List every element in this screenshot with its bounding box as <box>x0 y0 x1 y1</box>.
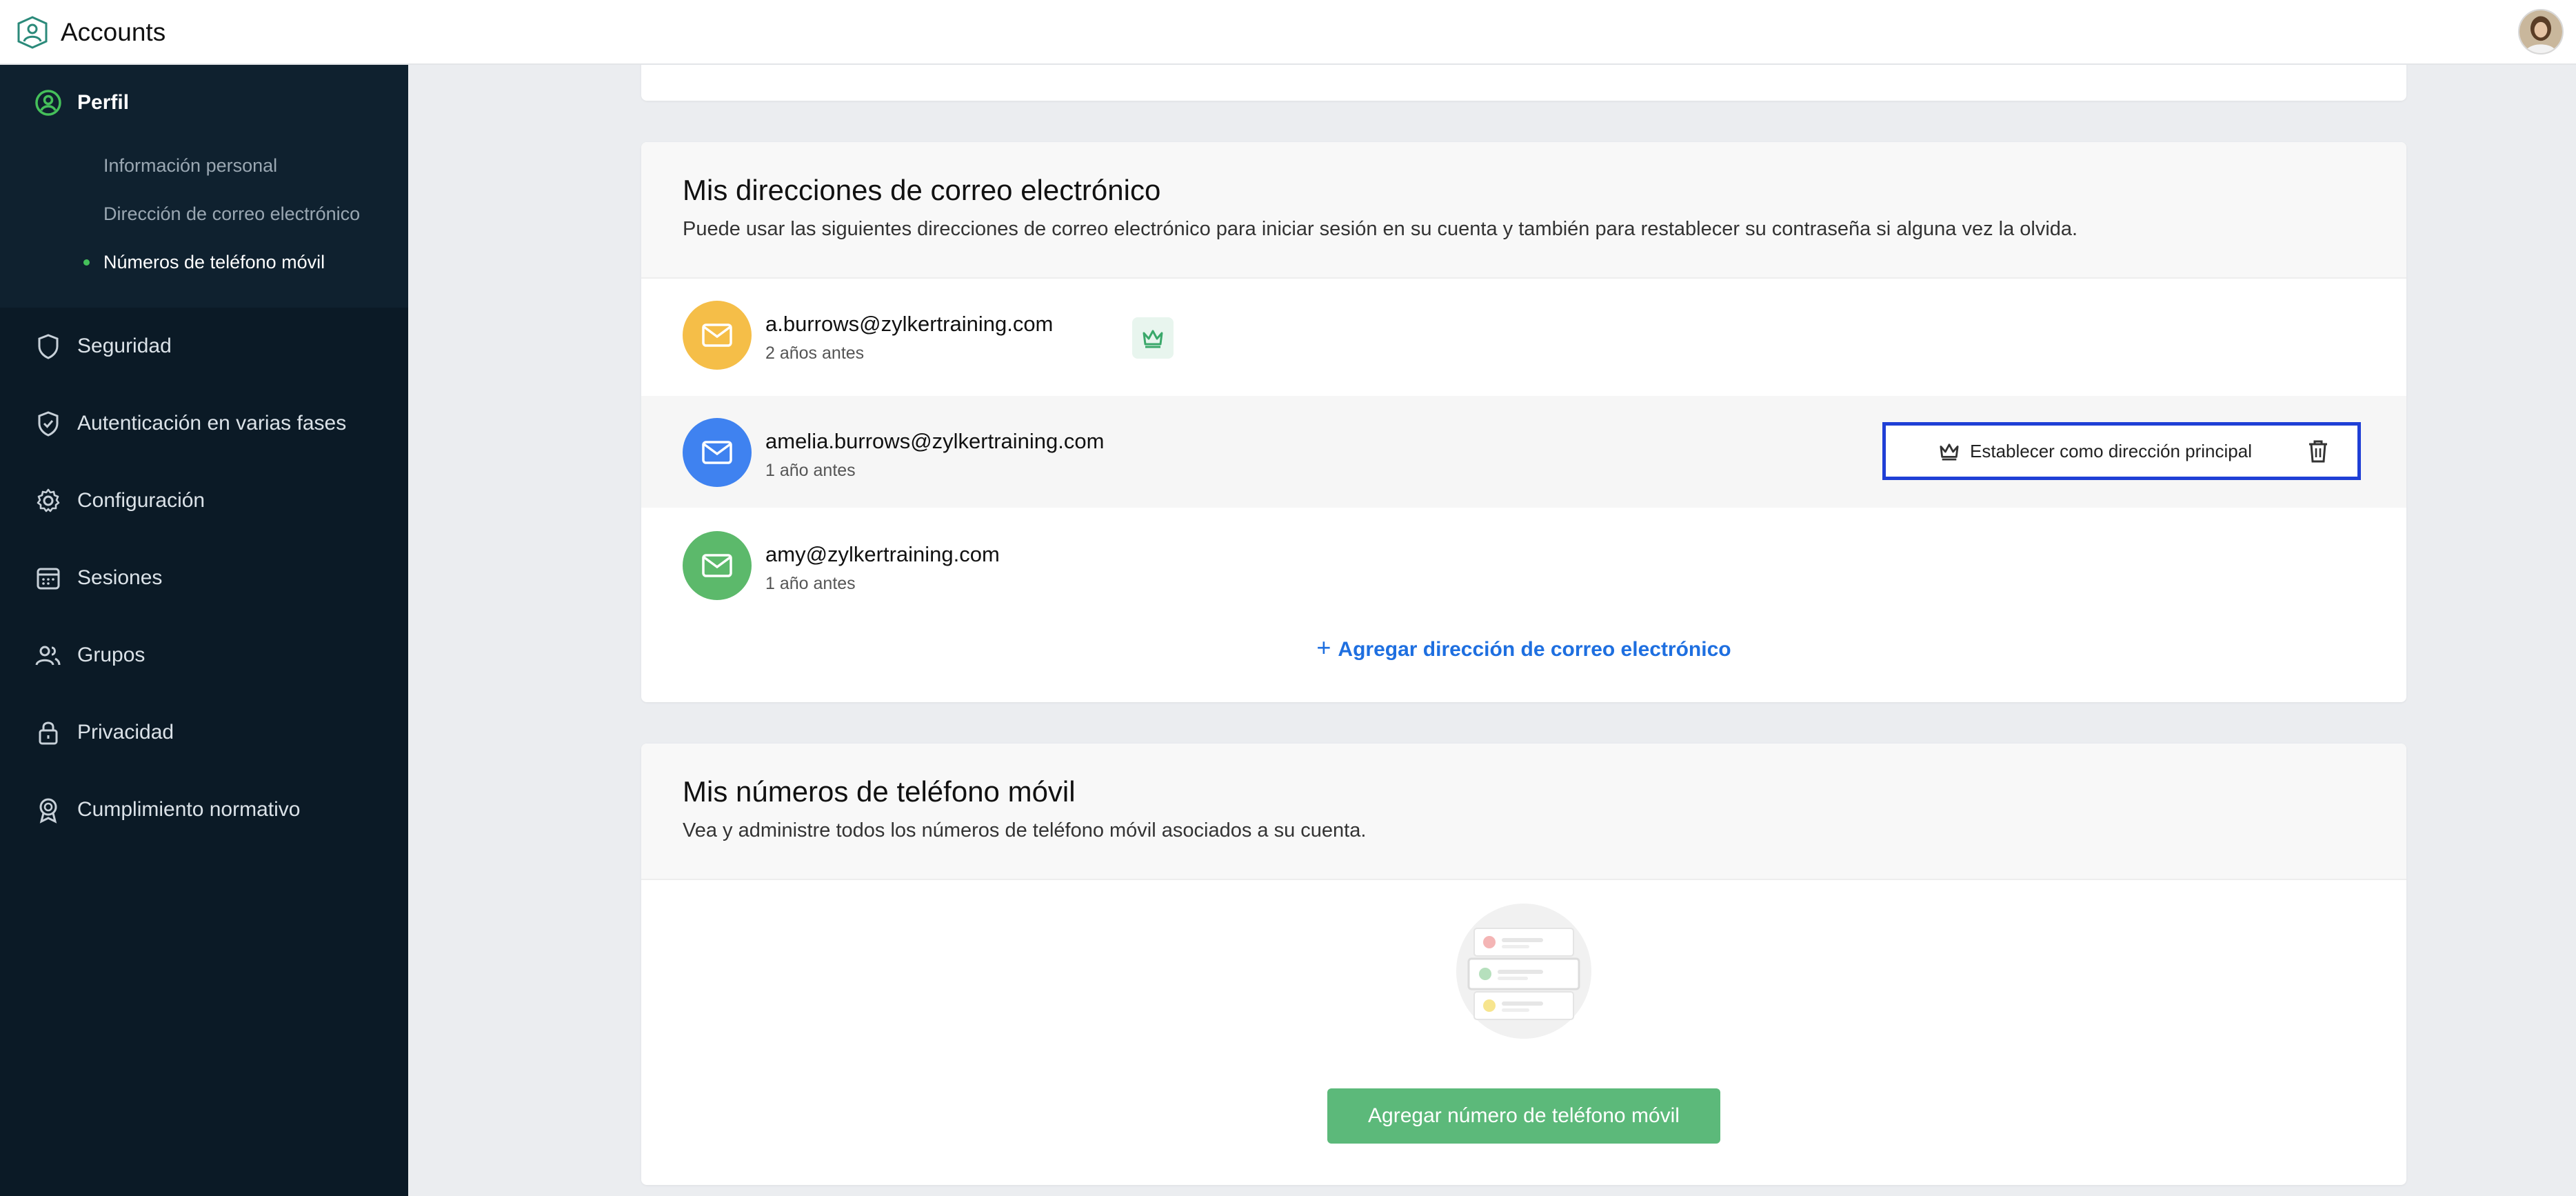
add-email-link[interactable]: + Agregar dirección de correo electrónico <box>641 633 2406 662</box>
calendar-icon <box>33 563 63 593</box>
mobile-numbers-card: Mis números de teléfono móvil Vea y admi… <box>641 744 2406 1185</box>
users-icon <box>33 640 63 670</box>
mail-icon <box>683 418 752 487</box>
email-addresses-card: Mis direcciones de correo electrónico Pu… <box>641 142 2406 702</box>
sidebar-item-label: Privacidad <box>77 721 174 744</box>
active-dot <box>83 259 90 266</box>
email-address: amy@zylkertraining.com <box>765 542 1000 566</box>
sidebar-item-perfil[interactable]: Perfil <box>0 72 408 134</box>
email-row[interactable]: amelia.burrows@zylkertraining.com 1 año … <box>641 396 2406 508</box>
sidebar-item-label: Cumplimiento normativo <box>77 798 301 821</box>
mail-icon <box>683 301 752 370</box>
email-added-time: 1 año antes <box>765 574 856 593</box>
phone-card-header: Mis números de teléfono móvil Vea y admi… <box>641 744 2406 880</box>
sidebar-subitem-numeros-telefono[interactable]: Números de teléfono móvil <box>103 245 325 279</box>
email-row[interactable]: amy@zylkertraining.com 1 año antes <box>641 509 2406 621</box>
shield-check-icon <box>33 408 63 439</box>
sidebar: Perfil Información personal Dirección de… <box>0 65 408 1196</box>
sidebar-item-autenticacion[interactable]: Autenticación en varias fases <box>0 392 408 455</box>
profile-icon <box>33 88 63 118</box>
gear-icon <box>33 486 63 516</box>
email-added-time: 1 año antes <box>765 461 856 480</box>
delete-button[interactable] <box>2304 437 2333 466</box>
email-actions: Establecer como dirección principal <box>1882 422 2361 480</box>
user-avatar[interactable] <box>2518 9 2564 54</box>
set-primary-label: Establecer como dirección principal <box>1970 440 2252 461</box>
sidebar-item-grupos[interactable]: Grupos <box>0 624 408 686</box>
sidebar-subitem-direccion-correo[interactable]: Dirección de correo electrónico <box>103 197 360 231</box>
plus-icon: + <box>1316 633 1331 661</box>
phone-section-description: Vea y administre todos los números de te… <box>683 819 1367 841</box>
sidebar-item-label: Seguridad <box>77 335 172 357</box>
sidebar-item-seguridad[interactable]: Seguridad <box>0 315 408 377</box>
badge-icon <box>33 795 63 825</box>
sidebar-item-label: Grupos <box>77 644 145 666</box>
sidebar-item-privacidad[interactable]: Privacidad <box>0 701 408 764</box>
accounts-logo-icon <box>17 16 48 49</box>
email-added-time: 2 años antes <box>765 343 865 363</box>
primary-crown-icon <box>1132 317 1174 359</box>
email-address: amelia.burrows@zylkertraining.com <box>765 429 1105 453</box>
lock-icon <box>33 717 63 748</box>
sidebar-subitem-informacion-personal[interactable]: Información personal <box>103 148 277 183</box>
mail-icon <box>683 531 752 600</box>
sidebar-item-configuracion[interactable]: Configuración <box>0 470 408 532</box>
crown-icon <box>1940 443 1959 461</box>
shield-icon <box>33 331 63 361</box>
trash-icon <box>2309 440 2327 463</box>
app-title: Accounts <box>61 18 166 46</box>
phone-section-title: Mis números de teléfono móvil <box>683 775 1076 808</box>
top-bar: Accounts <box>0 0 2576 65</box>
email-card-header: Mis direcciones de correo electrónico Pu… <box>641 142 2406 279</box>
set-primary-button[interactable]: Establecer como dirección principal <box>1938 426 2252 477</box>
empty-state-illustration <box>1456 904 1591 1039</box>
sidebar-item-label: Perfil <box>77 91 130 114</box>
sidebar-item-label: Sesiones <box>77 566 163 589</box>
email-section-title: Mis direcciones de correo electrónico <box>683 174 1161 206</box>
email-address: a.burrows@zylkertraining.com <box>765 312 1054 336</box>
sidebar-item-label: Configuración <box>77 489 205 512</box>
add-email-label: Agregar dirección de correo electrónico <box>1338 638 1731 661</box>
email-row[interactable]: a.burrows@zylkertraining.com 2 años ante… <box>641 279 2406 390</box>
sidebar-item-cumplimiento[interactable]: Cumplimiento normativo <box>0 779 408 841</box>
sidebar-item-label: Autenticación en varias fases <box>77 412 347 435</box>
sidebar-item-sesiones[interactable]: Sesiones <box>0 547 408 609</box>
profile-group: Perfil Información personal Dirección de… <box>0 65 408 308</box>
email-section-description: Puede usar las siguientes direcciones de… <box>683 218 2078 240</box>
add-mobile-number-button[interactable]: Agregar número de teléfono móvil <box>1327 1088 1720 1144</box>
